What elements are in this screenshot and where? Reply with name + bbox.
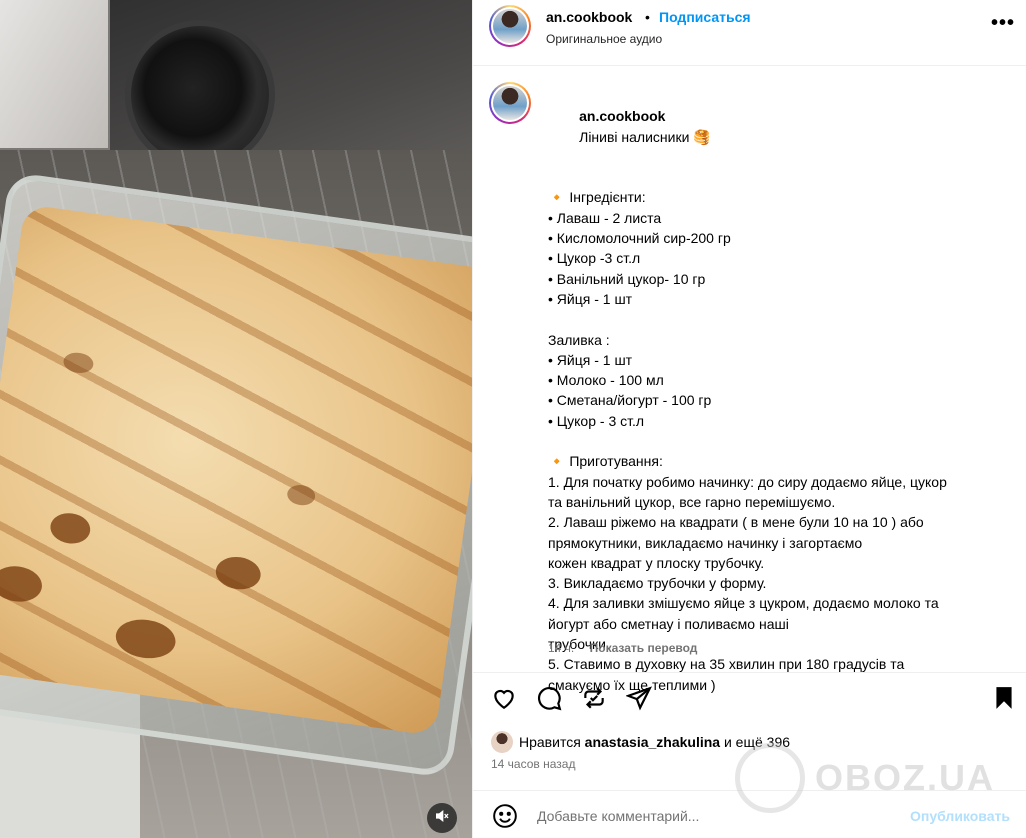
caption-line: Заливка : [548,331,610,348]
caption-author-avatar[interactable] [489,82,531,124]
caption-line: • Цукор -3 ст.л [548,250,641,267]
muted-speaker-icon [434,808,450,828]
caption-line [548,309,1008,329]
caption-line: • Сметана/йогурт - 100 гр [548,392,712,409]
caption-line: • Яйця - 1 шт [548,351,633,368]
caption-line: 🔸 Приготування: [548,453,663,470]
oven-window [0,0,110,150]
follow-button[interactable]: Подписаться [659,9,751,25]
post-timestamp[interactable]: 14 часов назад [491,757,575,771]
caption-line: йогурт або сметнау і поливаємо наші [548,615,789,632]
browned-spot [0,563,45,605]
caption-body: 🔸 Інгредієнти: • Лаваш - 2 листа • Кисломо… [548,167,1008,695]
caption-line: • Ванільний цукор- 10 гр [548,270,706,287]
liker-username[interactable]: anastasia_zhakulina [585,734,720,750]
caption-meta: 14 ч. Показать перевод [548,641,697,655]
repost-icon[interactable] [581,685,609,713]
post-media[interactable] [0,0,472,838]
caption-line: • Молоко - 100 мл [548,372,664,389]
bookmark-icon[interactable] [991,685,1019,713]
caption-line [548,167,1008,187]
browned-spot [113,615,179,662]
likes-count[interactable]: и ещё 396 [724,734,790,750]
caption-line: прямокутники, викладаємо начинку і загор… [548,534,863,551]
caption-line: 3. Викладаємо трубочки у форму. [548,575,767,592]
baked-crepes [0,203,472,737]
browned-spot [285,483,317,508]
caption-line: 2. Лаваш ріжемо на квадрати ( в мене бул… [548,514,924,531]
browned-spot [62,350,95,375]
caption-line [548,431,1008,451]
oven-knob [125,20,275,170]
comment-input[interactable]: Добавьте комментарий... [537,808,699,824]
more-options-icon[interactable]: ••• [991,12,1015,35]
action-bar [473,672,1026,722]
separator-dot: • [645,9,650,25]
audio-link[interactable]: Оригинальное аудио [546,32,662,46]
liker-avatar[interactable] [491,731,513,753]
post-caption: an.cookbook Ліниві налисники 🥞 🔸 Інгреді… [473,66,1026,693]
post-comment-button[interactable]: Опубликовать [910,808,1010,824]
post-header: an.cookbook • Подписаться Оригинальное а… [473,0,1026,66]
heart-icon[interactable] [491,685,519,713]
caption-line: 1. Для початку робимо начинку: до сиру д… [548,473,947,490]
caption-line: 🔸 Інгредієнти: [548,189,646,206]
emoji-icon[interactable] [492,803,518,829]
caption-line: • Кисломолочний сир-200 гр [548,230,731,247]
browned-spot [48,510,93,546]
caption-text: an.cookbook Ліниві налисники 🥞 🔸 Інгреді… [548,86,1008,695]
likes-summary: Нравится anastasia_zhakulina и ещё 396 [491,730,790,754]
post-panel: an.cookbook • Подписаться Оригинальное а… [472,0,1026,838]
translate-link[interactable]: Показать перевод [590,641,698,655]
author-username[interactable]: an.cookbook [546,9,632,25]
caption-line: • Цукор - 3 ст.л [548,412,645,429]
comment-icon[interactable] [536,685,564,713]
mute-button[interactable] [427,803,457,833]
post-age: 14 ч. [548,641,575,655]
caption-line: 4. Для заливки змішуємо яйце з цукром, д… [548,595,939,612]
caption-line: • Лаваш - 2 листа [548,209,662,226]
share-icon[interactable] [624,685,654,713]
caption-line: кожен квадрат у плоску трубочку. [548,554,765,571]
caption-title: Ліниві налисники 🥞 [579,128,711,145]
caption-line: та ванільний цукор, все гарно перемішуєм… [548,493,836,510]
author-avatar[interactable] [489,5,531,47]
browned-spot [213,554,263,593]
comment-bar: Добавьте комментарий... Опубликовать [473,790,1026,838]
likes-prefix: Нравится [519,734,581,750]
caption-username[interactable]: an.cookbook [579,108,665,124]
caption-line: • Яйця - 1 шт [548,290,633,307]
